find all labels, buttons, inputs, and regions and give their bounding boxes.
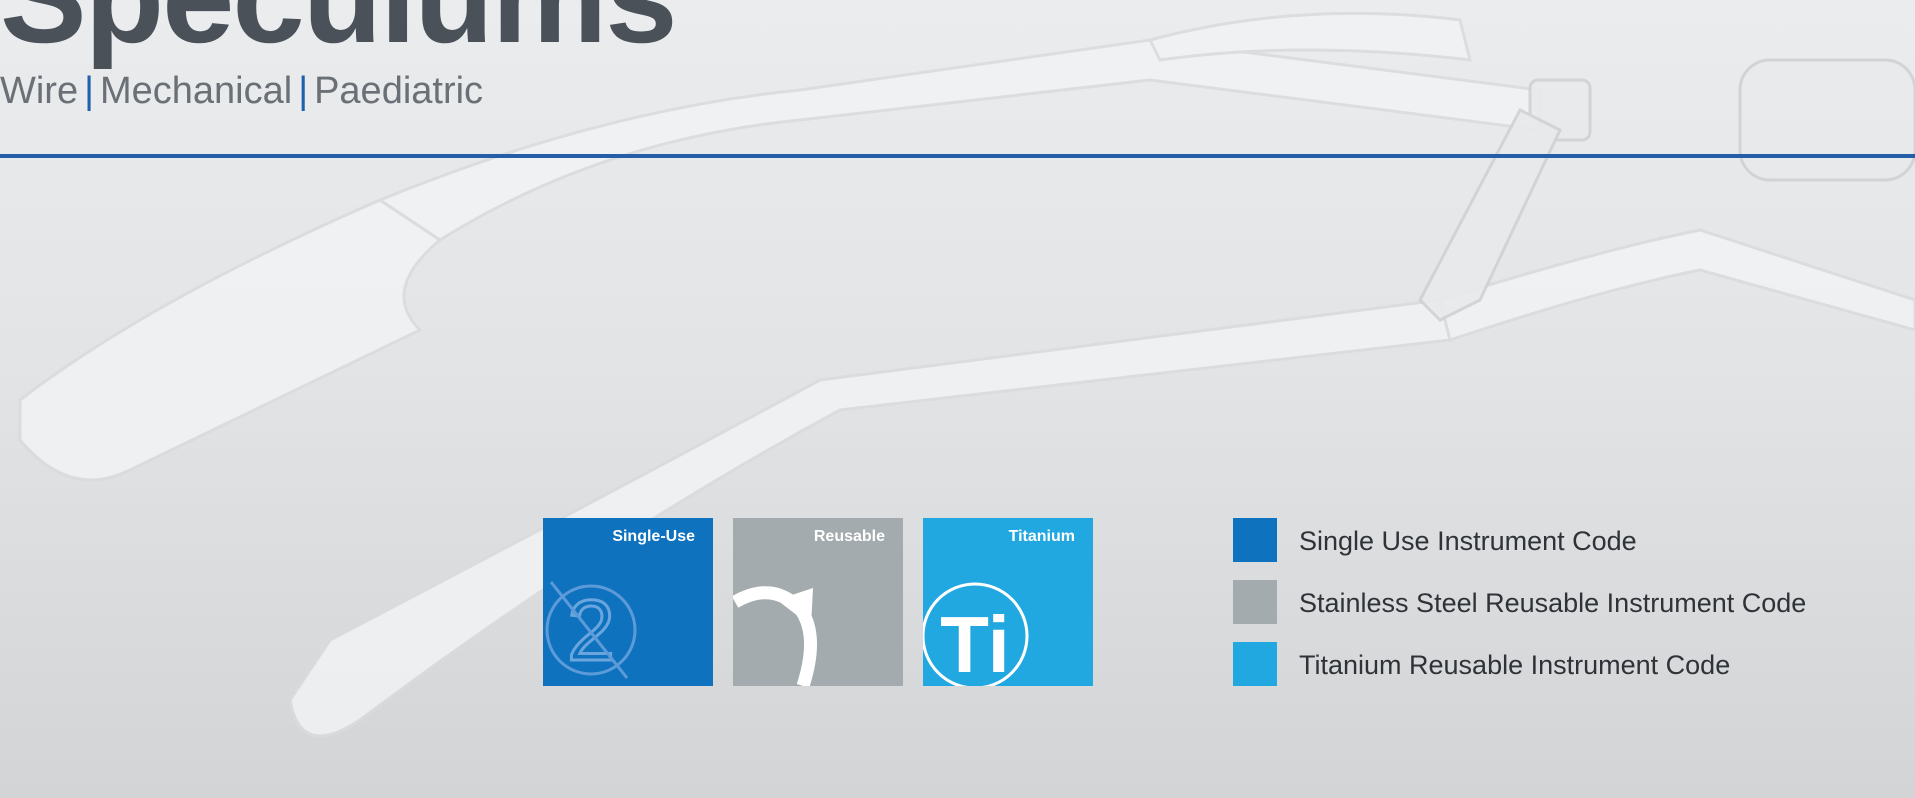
subtitle-wire: Wire	[0, 70, 79, 112]
single-use-tile: Single-Use 2	[543, 518, 713, 686]
subtitle: Wire | Mechanical | Paediatric	[0, 70, 483, 113]
subtitle-mechanical: Mechanical	[99, 70, 293, 112]
legend-swatch	[1233, 580, 1277, 624]
titanium-ti-icon: Ti	[923, 582, 1029, 686]
no-reuse-2-icon: 2	[545, 581, 637, 681]
legend-swatch	[1233, 518, 1277, 562]
titanium-tile: Titanium Ti	[923, 518, 1093, 686]
titanium-glyph: Ti	[940, 600, 1010, 686]
legend-label: Single Use Instrument Code	[1299, 526, 1637, 556]
subtitle-paediatric: Paediatric	[314, 70, 484, 112]
reuse-arrow-icon	[733, 586, 817, 686]
legend-label: Titanium Reusable Instrument Code	[1299, 650, 1731, 680]
page-title: Speculums	[0, 0, 678, 72]
title-divider	[0, 154, 1915, 158]
subtitle-separator: |	[298, 70, 309, 112]
legend-label: Stainless Steel Reusable Instrument Code	[1299, 588, 1807, 618]
subtitle-separator: |	[84, 70, 94, 112]
reusable-tile: Reusable	[733, 518, 903, 686]
legend-swatch	[1233, 642, 1277, 686]
